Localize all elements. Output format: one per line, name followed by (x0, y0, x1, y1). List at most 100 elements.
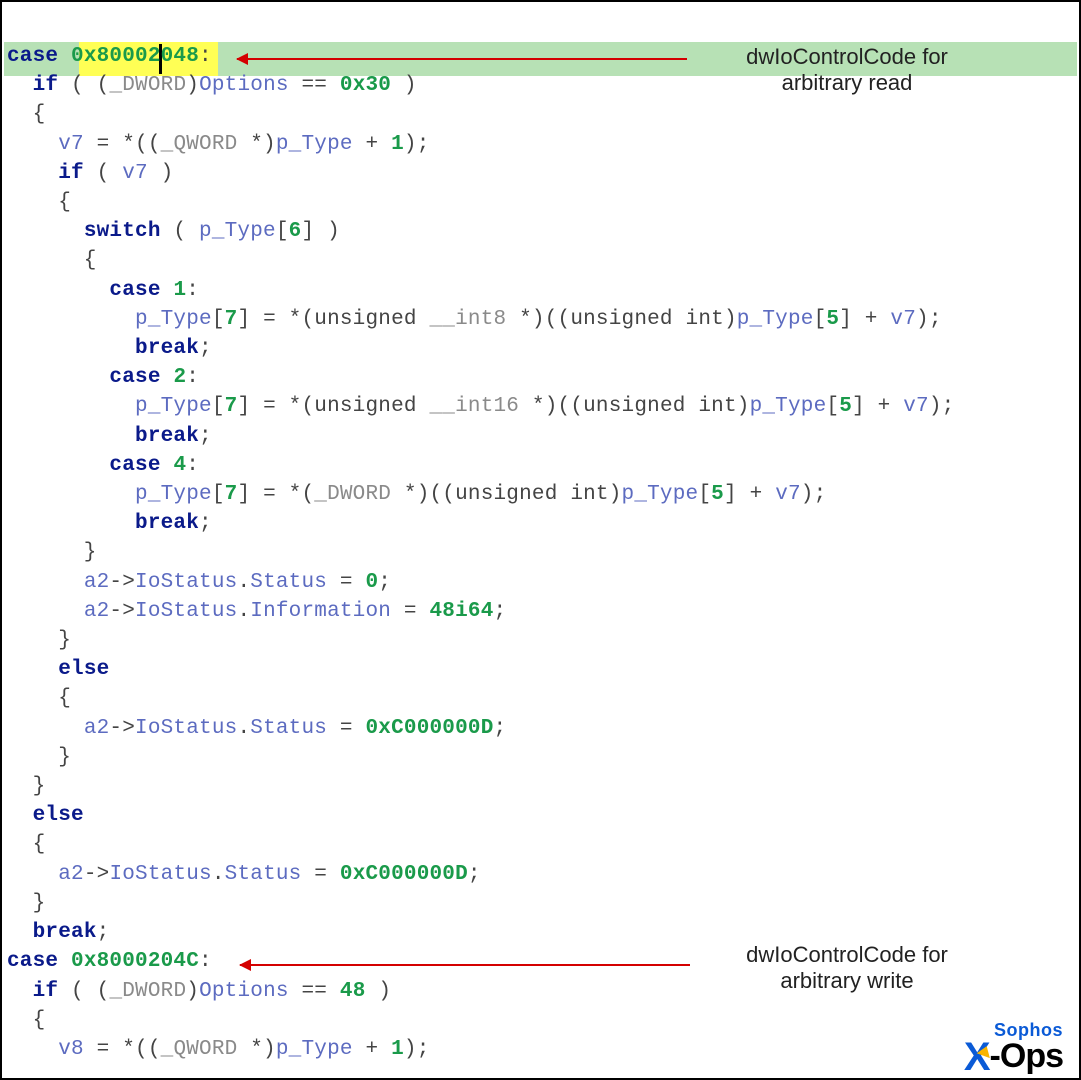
code-text: 5 (826, 308, 839, 331)
code-text: v7 (122, 162, 148, 185)
code-text: if (33, 74, 59, 97)
code-text: p_Type (750, 395, 827, 418)
code-text: + (353, 1038, 391, 1061)
code-text (7, 717, 84, 740)
code-text: 7 (225, 308, 238, 331)
code-text: ] = *(unsigned (237, 395, 429, 418)
code-text: ; (468, 863, 481, 886)
code-text (7, 512, 135, 535)
code-text: = *(( (84, 133, 161, 156)
code-text: v8 (58, 1038, 84, 1061)
annotation-text: dwIoControlCode for (722, 942, 972, 968)
code-text: = (301, 863, 339, 886)
code-text: 6 (289, 220, 302, 243)
code-text: Options (199, 74, 289, 97)
code-text (7, 921, 33, 944)
code-text: ] = *( (237, 483, 314, 506)
code-text: else (33, 804, 84, 827)
code-text: : (186, 366, 199, 389)
code-text: IoStatus (109, 863, 211, 886)
arrow-icon (240, 964, 690, 966)
code-text: p_Type (737, 308, 814, 331)
code-text (7, 980, 33, 1003)
code-text: . (212, 863, 225, 886)
code-text (161, 279, 174, 302)
code-text: = *(( (84, 1038, 161, 1061)
code-text: ; (199, 512, 212, 535)
code-text: *)((unsigned int) (391, 483, 621, 506)
code-text: { (7, 833, 45, 856)
code-text: ; (97, 921, 110, 944)
annotation-read: dwIoControlCode for arbitrary read (722, 44, 972, 96)
code-text: p_Type (276, 133, 353, 156)
arrow-icon (237, 58, 687, 60)
code-text: { (7, 1009, 45, 1032)
code-text: } (7, 629, 71, 652)
code-text: ] + (839, 308, 890, 331)
code-text: __int8 (430, 308, 507, 331)
code-text: } (7, 892, 45, 915)
code-text: p_Type (135, 308, 212, 331)
code-text: _QWORD (161, 133, 238, 156)
code-text (7, 308, 135, 331)
code-text: [ (212, 308, 225, 331)
code-text: ; (199, 337, 212, 360)
code-text: [ (814, 308, 827, 331)
code-text: ) (186, 74, 199, 97)
code-text: = (327, 571, 365, 594)
code-text: break (135, 512, 199, 535)
code-text: 5 (839, 395, 852, 418)
code-text: = (391, 600, 429, 623)
code-text: p_Type (199, 220, 276, 243)
code-text: 4 (173, 454, 186, 477)
code-text: p_Type (622, 483, 699, 506)
code-text: case (109, 279, 160, 302)
code-text: _DWORD (314, 483, 391, 506)
code-text: v7 (903, 395, 929, 418)
code-text: _DWORD (109, 74, 186, 97)
code-text: 0xC000000D (340, 863, 468, 886)
code-text: 7 (225, 395, 238, 418)
code-text: 1 (391, 1038, 404, 1061)
code-text: [ (698, 483, 711, 506)
code-text: { (7, 103, 45, 126)
code-text: . (237, 600, 250, 623)
code-text: _QWORD (161, 1038, 238, 1061)
annotation-text: arbitrary read (722, 70, 972, 96)
code-text: -> (109, 571, 135, 594)
annotation-text: arbitrary write (722, 968, 972, 994)
code-text: ); (929, 395, 955, 418)
code-text: break (135, 425, 199, 448)
code-text: ); (916, 308, 942, 331)
code-text: 48i64 (430, 600, 494, 623)
annotation-text: dwIoControlCode for (722, 44, 972, 70)
code-text: == (289, 74, 340, 97)
decompiled-code-figure: case 0x80002048: if ( (_DWORD)Options ==… (0, 0, 1081, 1080)
code-text: *)((unsigned int) (506, 308, 736, 331)
code-text: 0 (365, 571, 378, 594)
code-text: v7 (890, 308, 916, 331)
code-text: } (7, 775, 45, 798)
code-text: a2 (84, 571, 110, 594)
code-text (7, 1038, 58, 1061)
code-text: ( ( (58, 980, 109, 1003)
code-text: 0x30 (340, 74, 391, 97)
code-text: IoStatus (135, 571, 237, 594)
code-text: case (7, 950, 71, 973)
code-text (7, 74, 33, 97)
code-text: 0xC000000D (365, 717, 493, 740)
code-text: *) (237, 1038, 275, 1061)
code-text: ] + (852, 395, 903, 418)
code-text: ) (366, 980, 392, 1003)
code-text: ; (199, 425, 212, 448)
code-text: ) (391, 74, 417, 97)
code-text: a2 (84, 600, 110, 623)
code-text: [ (212, 483, 225, 506)
logo-product: X-Ops (964, 1041, 1063, 1072)
code-text: _DWORD (109, 980, 186, 1003)
code-text: ; (494, 717, 507, 740)
code-text: case (109, 454, 160, 477)
code-text: 7 (225, 483, 238, 506)
code-text: ); (404, 1038, 430, 1061)
code-text (7, 162, 58, 185)
